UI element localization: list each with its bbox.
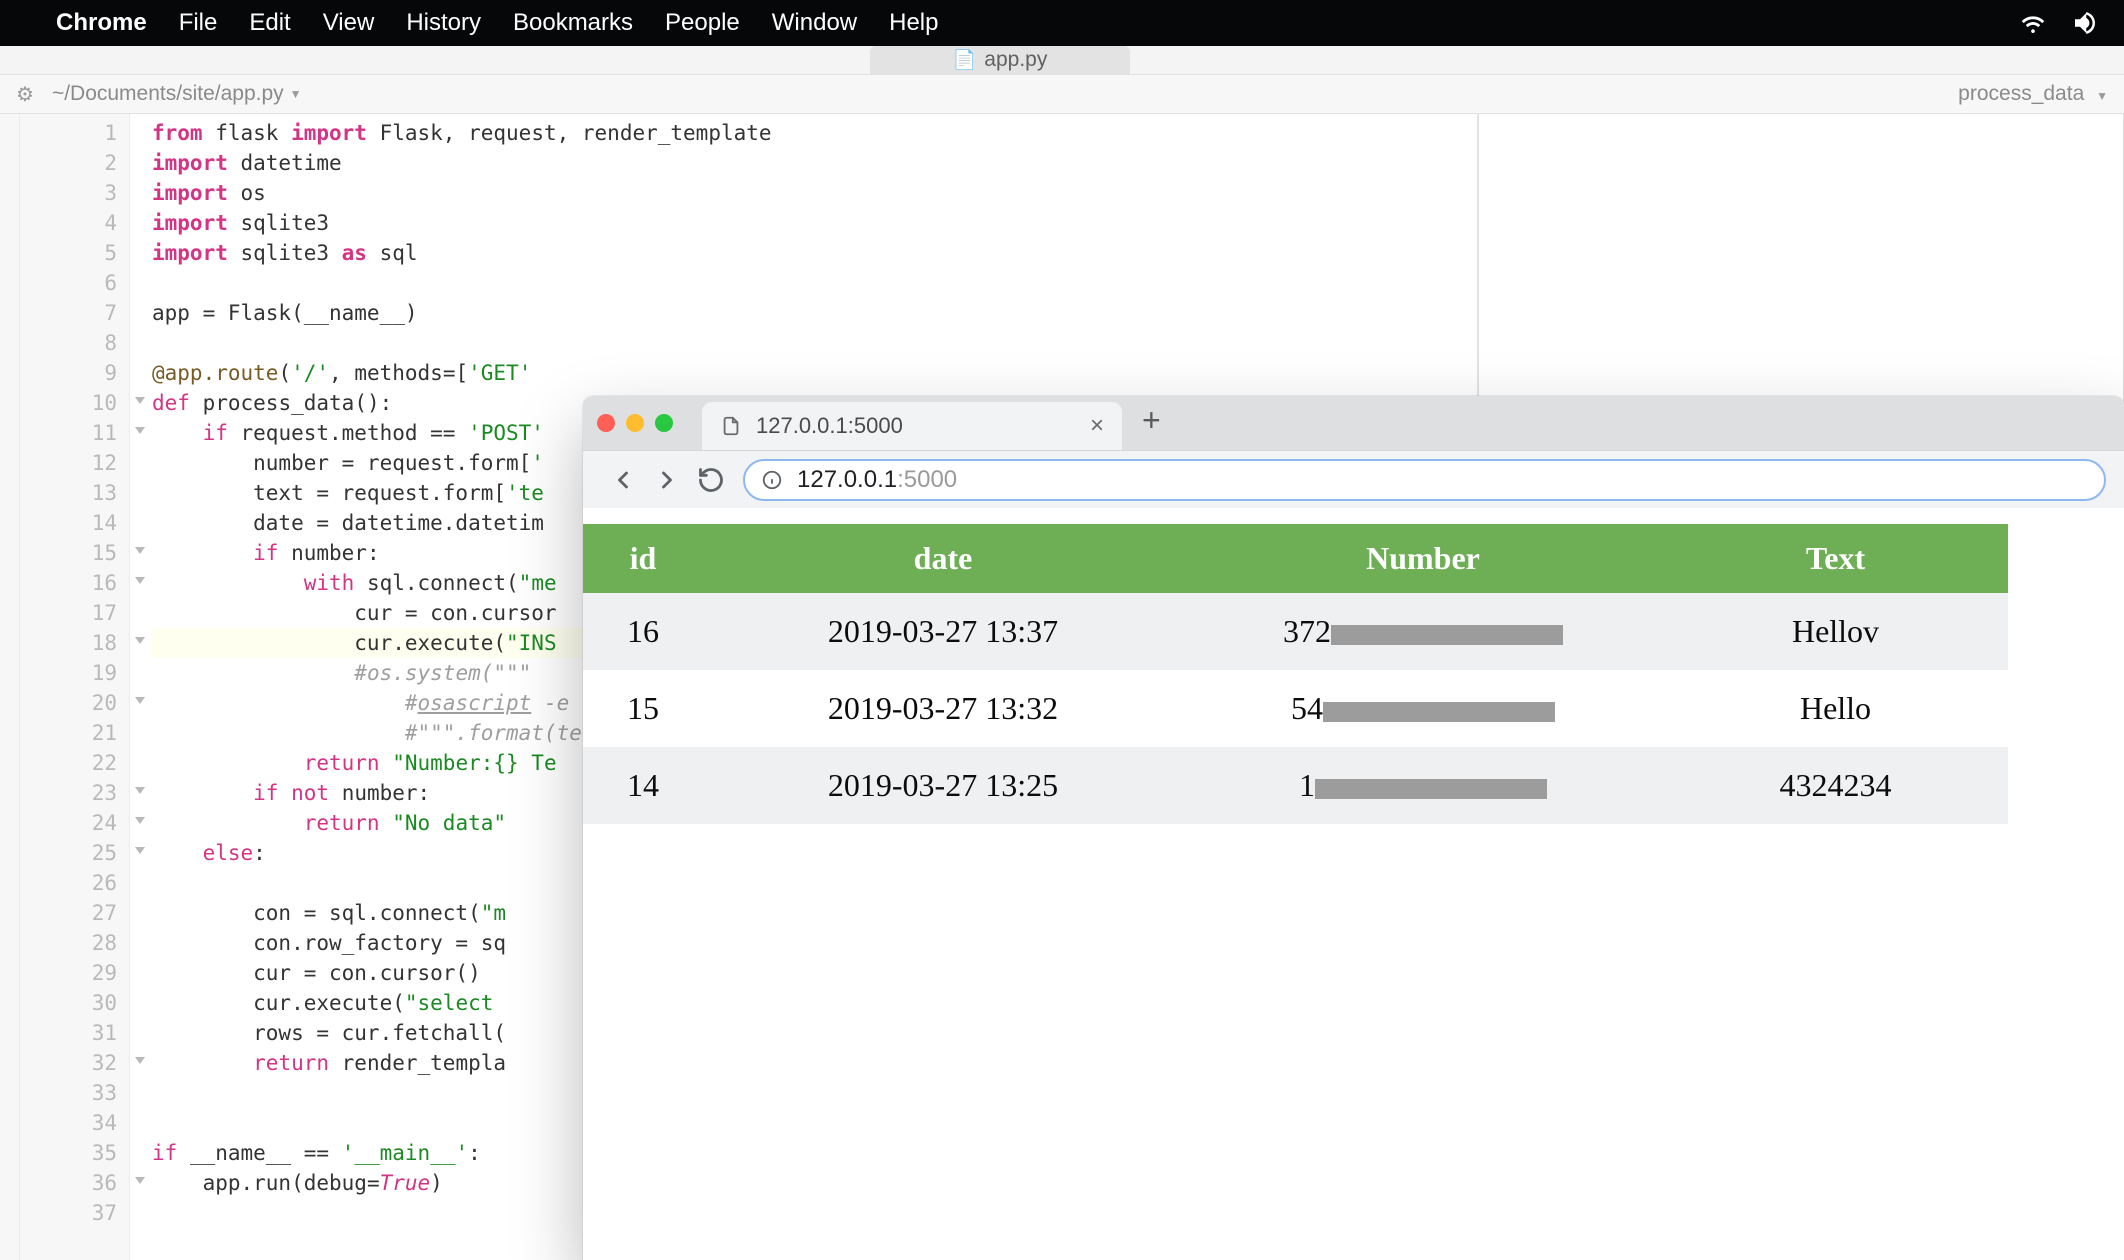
back-button[interactable] (601, 466, 645, 494)
menu-history[interactable]: History (406, 9, 481, 37)
code-line[interactable]: from flask import Flask, request, render… (152, 118, 772, 148)
editor-tab[interactable]: 📄 app.py (870, 46, 1130, 74)
code-line[interactable]: app = Flask(__name__) (152, 298, 772, 328)
document-icon: 📄 (953, 48, 977, 72)
cell-id: 14 (583, 747, 703, 824)
cell-number: 372 (1183, 593, 1663, 670)
gear-icon[interactable]: ⚙ (16, 82, 34, 107)
fold-strip (0, 114, 20, 1260)
menu-people[interactable]: People (665, 9, 740, 37)
col-number: Number (1183, 524, 1663, 593)
menu-view[interactable]: View (323, 9, 375, 37)
redacted-number (1331, 625, 1563, 645)
cell-date: 2019-03-27 13:32 (703, 670, 1183, 747)
table-row: 152019-03-27 13:3254Hello (583, 670, 2008, 747)
code-line[interactable]: import sqlite3 as sql (152, 238, 772, 268)
table-header-row: id date Number Text (583, 524, 2008, 593)
new-tab-button[interactable]: + (1142, 402, 1161, 439)
minimize-window-button[interactable] (626, 414, 644, 432)
chevron-down-icon[interactable]: ▼ (290, 87, 302, 101)
zoom-window-button[interactable] (655, 414, 673, 432)
col-date: date (703, 524, 1183, 593)
chevron-down-icon[interactable]: ▼ (2096, 89, 2108, 103)
table-row: 162019-03-27 13:37372Hellov (583, 593, 2008, 670)
url-host: 127.0.0.1 (797, 466, 897, 494)
cell-text: 4324234 (1663, 747, 2008, 824)
forward-button[interactable] (645, 466, 689, 494)
close-tab-icon[interactable]: × (1090, 412, 1104, 440)
data-table: id date Number Text 162019-03-27 13:3737… (583, 524, 2008, 824)
favicon-default-icon (720, 415, 742, 437)
breadcrumb[interactable]: ~/Documents/site/app.py (52, 82, 284, 106)
url-port: :5000 (897, 466, 957, 494)
editor-tab-title: app.py (984, 48, 1047, 72)
menu-edit[interactable]: Edit (249, 9, 290, 37)
cell-id: 15 (583, 670, 703, 747)
line-gutter: 1234567891011121314151617181920212223242… (20, 114, 130, 1260)
redacted-number (1323, 702, 1555, 722)
cell-date: 2019-03-27 13:37 (703, 593, 1183, 670)
reload-button[interactable] (689, 466, 733, 494)
site-info-icon[interactable] (761, 469, 783, 491)
menu-file[interactable]: File (179, 9, 218, 37)
symbol-indicator[interactable]: process_data (1958, 82, 2084, 105)
browser-toolbar: 127.0.0.1:5000 (583, 450, 2124, 508)
col-text: Text (1663, 524, 2008, 593)
code-line[interactable] (152, 268, 772, 298)
page-content: id date Number Text 162019-03-27 13:3737… (583, 508, 2124, 824)
mac-menubar: Chrome File Edit View History Bookmarks … (0, 0, 2124, 46)
redacted-number (1315, 779, 1547, 799)
code-line[interactable] (152, 328, 772, 358)
cell-text: Hellov (1663, 593, 2008, 670)
window-controls (597, 396, 684, 450)
wifi-icon[interactable] (2018, 8, 2048, 38)
code-line[interactable]: @app.route('/', methods=['GET' (152, 358, 772, 388)
menu-bookmarks[interactable]: Bookmarks (513, 9, 633, 37)
menu-window[interactable]: Window (772, 9, 857, 37)
menu-help[interactable]: Help (889, 9, 938, 37)
cell-text: Hello (1663, 670, 2008, 747)
browser-window: 127.0.0.1:5000 × + 127.0.0.1:5000 id dat (583, 396, 2124, 1260)
cell-id: 16 (583, 593, 703, 670)
address-bar[interactable]: 127.0.0.1:5000 (743, 459, 2106, 501)
col-id: id (583, 524, 703, 593)
editor-topbar: ⚙ ~/Documents/site/app.py ▼ process_data… (0, 74, 2124, 114)
cell-number: 54 (1183, 670, 1663, 747)
cell-date: 2019-03-27 13:25 (703, 747, 1183, 824)
code-line[interactable]: import os (152, 178, 772, 208)
cell-number: 1 (1183, 747, 1663, 824)
menubar-app-name[interactable]: Chrome (56, 9, 147, 37)
browser-tab-title: 127.0.0.1:5000 (756, 413, 1090, 439)
code-line[interactable]: import datetime (152, 148, 772, 178)
close-window-button[interactable] (597, 414, 615, 432)
browser-tabstrip: 127.0.0.1:5000 × + (583, 396, 2124, 450)
browser-tab[interactable]: 127.0.0.1:5000 × (702, 402, 1122, 450)
volume-icon[interactable] (2070, 8, 2100, 38)
code-line[interactable]: import sqlite3 (152, 208, 772, 238)
table-row: 142019-03-27 13:2514324234 (583, 747, 2008, 824)
